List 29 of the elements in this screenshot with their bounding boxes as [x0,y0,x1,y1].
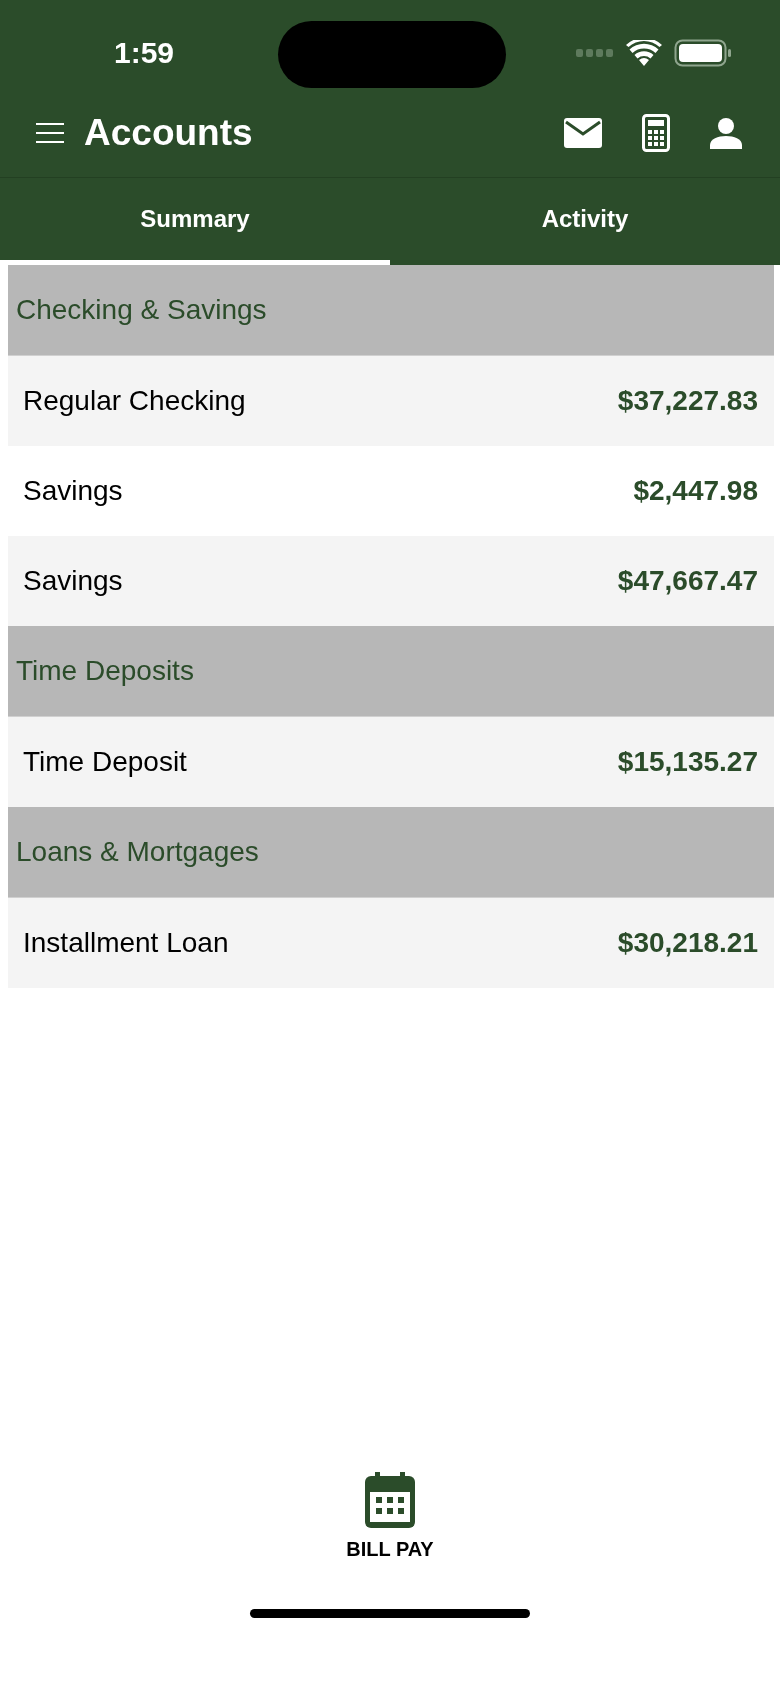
signal-icon [576,49,614,57]
account-balance: $37,227.83 [617,385,758,417]
account-balance: $2,447.98 [633,475,758,507]
menu-icon[interactable] [36,121,64,144]
wifi-icon [626,40,662,66]
account-name: Time Deposit [23,746,187,778]
account-name: Regular Checking [23,385,246,417]
mail-icon[interactable] [564,117,602,148]
account-balance: $15,135.27 [617,746,758,778]
account-name: Savings [23,565,123,597]
battery-icon [674,39,732,67]
account-row[interactable]: Regular Checking $37,227.83 [8,356,774,446]
account-balance: $47,667.47 [617,565,758,597]
tab[interactable]: Activity [390,178,780,265]
account-row[interactable]: Time Deposit $15,135.27 [8,717,774,807]
account-row[interactable]: Installment Loan $30,218.21 [8,898,774,988]
account-name: Installment Loan [23,927,229,959]
status-time: 1:59 [114,36,175,70]
account-row[interactable]: Savings $47,667.47 [8,536,774,626]
profile-icon[interactable] [710,116,742,149]
calendar-icon [365,1472,415,1528]
section-header: Checking & Savings [8,265,774,356]
section-header: Time Deposits [8,626,774,717]
bill-pay-button[interactable]: BILL PAY [346,1472,434,1561]
calculator-icon[interactable] [642,113,670,152]
account-name: Savings [23,475,123,507]
account-balance: $30,218.21 [617,927,758,959]
screen-title: Accounts [84,111,253,154]
section-header: Loans & Mortgages [8,807,774,898]
